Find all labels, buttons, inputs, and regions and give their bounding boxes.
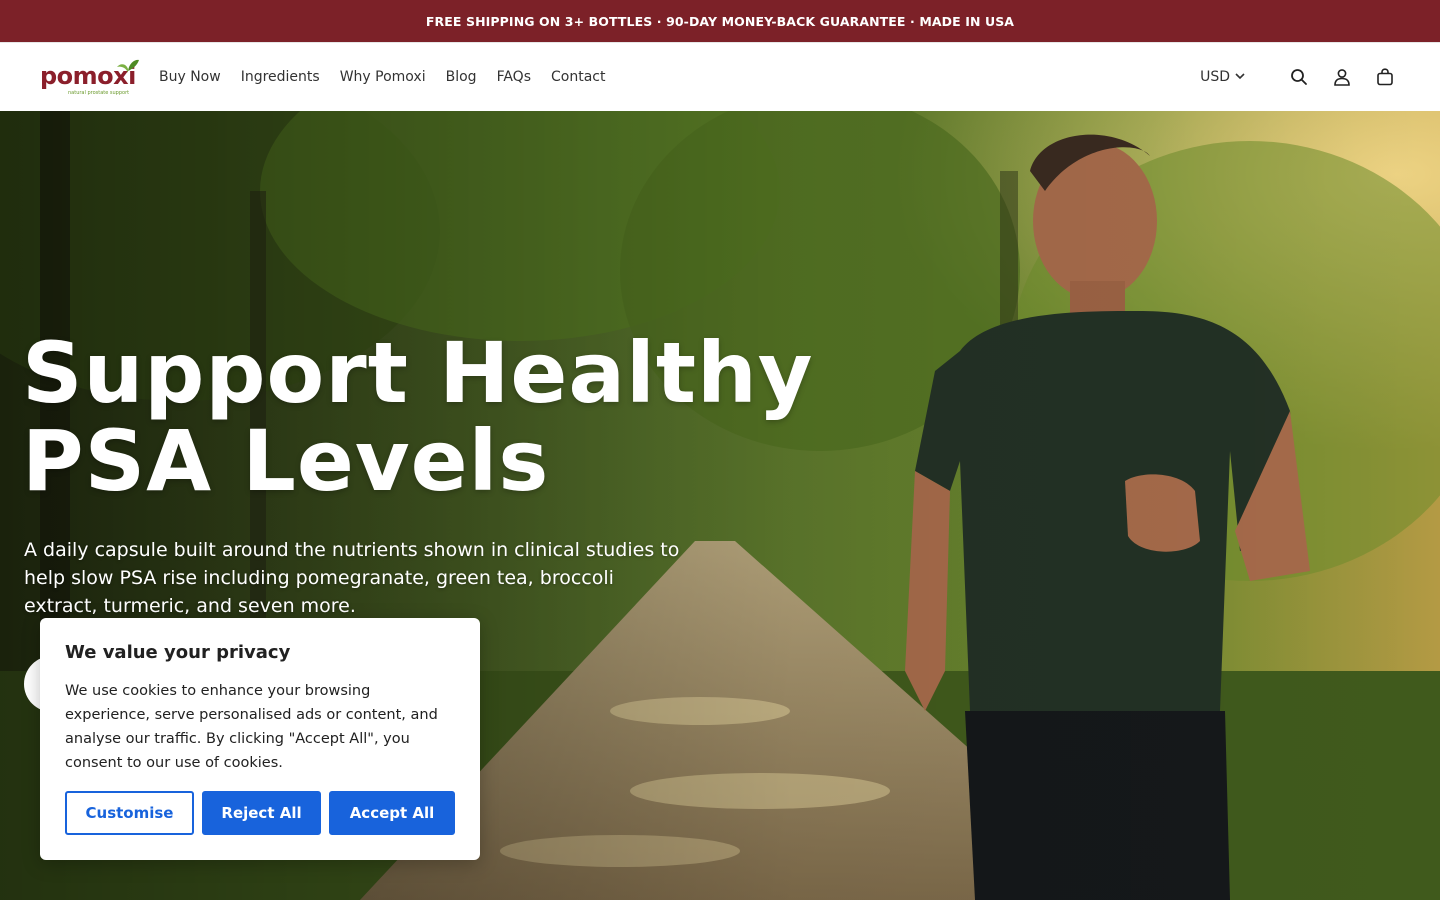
main-nav: Buy Now Ingredients Why Pomoxi Blog FAQs… (159, 43, 625, 110)
currency-label: USD (1200, 68, 1230, 85)
hero-title: Support Healthy PSA Levels (22, 329, 842, 505)
site-header: pomoxi natural prostate support Buy Now … (0, 42, 1440, 111)
account-icon[interactable] (1331, 66, 1353, 88)
nav-blog[interactable]: Blog (446, 69, 477, 85)
nav-contact[interactable]: Contact (551, 69, 605, 85)
header-utilities: USD (1200, 43, 1396, 110)
hero-title-line-1: Support Healthy (22, 324, 814, 422)
cookie-consent-banner: We value your privacy We use cookies to … (40, 618, 480, 860)
currency-selector[interactable]: USD (1200, 69, 1245, 85)
logo[interactable]: pomoxi natural prostate support (38, 56, 142, 100)
cart-icon[interactable] (1374, 66, 1396, 88)
announcement-text: FREE SHIPPING ON 3+ BOTTLES · 90-DAY MON… (425, 13, 1015, 29)
chevron-down-icon (1235, 73, 1245, 80)
reject-all-button[interactable]: Reject All (202, 791, 321, 835)
leaf-icon (117, 59, 139, 73)
logo-tagline: natural prostate support (68, 90, 130, 96)
nav-faqs[interactable]: FAQs (497, 69, 531, 85)
hero-subtitle: A daily capsule built around the nutrien… (24, 539, 680, 617)
customise-button[interactable]: Customise (65, 791, 194, 835)
nav-buy-now[interactable]: Buy Now (159, 69, 221, 85)
accept-all-button[interactable]: Accept All (329, 791, 455, 835)
announcement-bar: FREE SHIPPING ON 3+ BOTTLES · 90-DAY MON… (0, 0, 1440, 42)
search-icon[interactable] (1288, 66, 1310, 88)
nav-ingredients[interactable]: Ingredients (241, 69, 320, 85)
hero-title-line-2: PSA Levels (22, 412, 550, 510)
cookie-title: We value your privacy (65, 642, 291, 663)
cookie-body: We use cookies to enhance your browsing … (65, 683, 438, 771)
cookie-actions: Customise Reject All Accept All (65, 791, 455, 835)
nav-why-pomoxi[interactable]: Why Pomoxi (340, 69, 426, 85)
